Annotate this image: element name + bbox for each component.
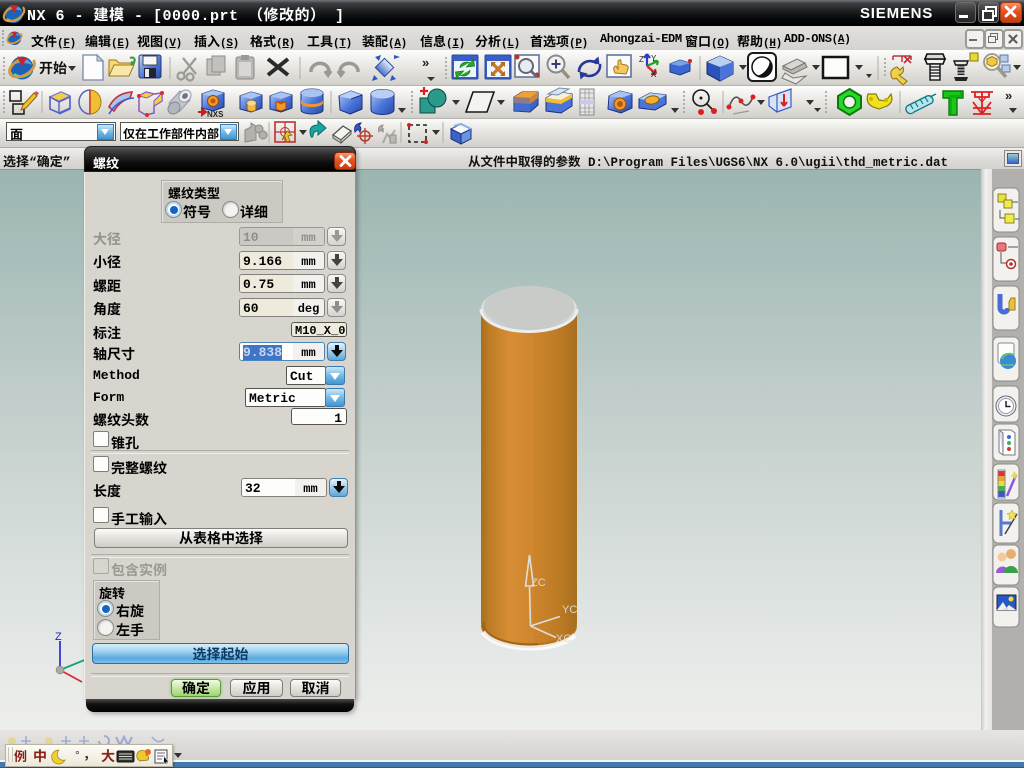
svg-text:中: 中: [33, 746, 47, 765]
svg-text:°: °: [75, 748, 80, 762]
svg-text:NXS: NXS: [207, 110, 224, 118]
svg-text:Z: Z: [639, 55, 644, 64]
svg-text:XC: XC: [556, 633, 571, 645]
svg-text:开始: 开始: [39, 58, 67, 78]
svg-text:X: X: [651, 70, 657, 79]
svg-text:»: »: [422, 55, 429, 70]
svg-text:，: ，: [83, 747, 96, 762]
svg-text:例: 例: [14, 746, 27, 765]
svg-text:Z: Z: [55, 631, 62, 643]
svg-text:Y: Y: [651, 54, 657, 63]
svg-text:ZC: ZC: [531, 577, 546, 589]
svg-text:大: 大: [101, 746, 115, 765]
svg-text:YC: YC: [562, 604, 577, 616]
svg-text:»: »: [1005, 88, 1012, 103]
